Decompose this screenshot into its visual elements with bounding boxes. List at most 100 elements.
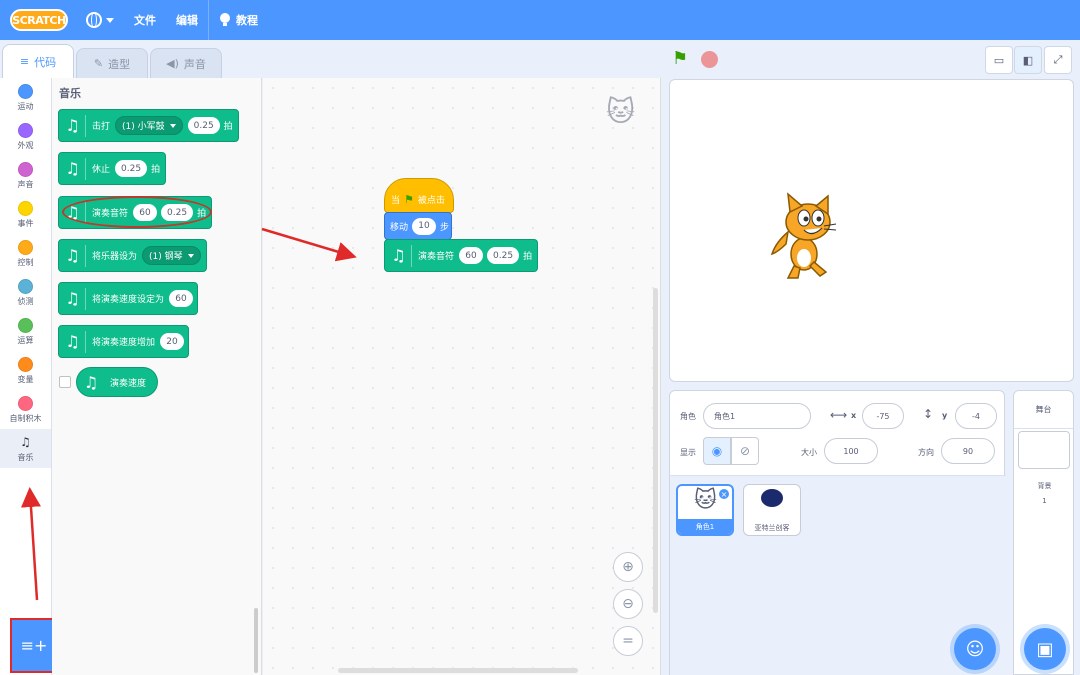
zoom-reset-icon: =	[622, 633, 634, 649]
dropdown-value: (1) 小军鼓	[122, 122, 165, 132]
stage-canvas[interactable]	[669, 79, 1074, 382]
block-text: 被点击	[417, 196, 445, 206]
zoom-reset-button[interactable]: =	[613, 626, 643, 656]
block-text: 演奏速度	[110, 378, 147, 389]
category-sensing[interactable]: 侦测	[0, 273, 51, 312]
tempo-input[interactable]: 60	[169, 290, 194, 307]
note-input[interactable]: 60	[459, 247, 484, 264]
beats-input[interactable]: 0.25	[487, 247, 520, 264]
sprite-thumbnail-logo[interactable]: 亚特兰创客	[743, 484, 801, 536]
block-tempo-reporter[interactable]: ♫ 演奏速度	[76, 367, 159, 397]
block-play-drum[interactable]: ♫ 击打 (1) 小军鼓 0.25 拍	[58, 109, 239, 142]
sprite-name: 角色1	[678, 519, 732, 534]
small-stage-button[interactable]: ▭	[985, 46, 1013, 74]
show-label: 显示	[680, 448, 696, 457]
choose-backdrop-button[interactable]: ▣	[1024, 628, 1066, 670]
size-input[interactable]: 100	[824, 438, 878, 464]
delete-sprite-icon[interactable]: ×	[718, 488, 730, 500]
sprite-thumbnail-cat[interactable]: 🐱 × 角色1	[676, 484, 734, 536]
tab-sounds[interactable]: ◀) 声音	[150, 48, 222, 78]
edit-menu[interactable]: 编辑	[166, 0, 208, 40]
block-set-instrument[interactable]: ♫ 将乐器设为 (1) 钢琴	[58, 239, 207, 272]
y-input[interactable]: -4	[955, 403, 997, 429]
tempo-change-input[interactable]: 20	[160, 333, 185, 350]
category-dot-icon	[18, 122, 33, 138]
category-label: 自制积木	[9, 413, 42, 423]
hide-sprite-button[interactable]: ⊘	[731, 437, 759, 465]
beats-input[interactable]: 0.25	[115, 160, 148, 177]
category-dot-icon	[18, 395, 33, 411]
category-motion[interactable]: 运动	[0, 78, 51, 117]
x-input[interactable]: -75	[862, 403, 904, 429]
category-dot-icon	[18, 278, 33, 294]
category-label: 音乐	[17, 452, 34, 462]
large-stage-button[interactable]: ◧	[1014, 46, 1042, 74]
large-stage-icon: ◧	[1022, 53, 1034, 67]
category-my-blocks[interactable]: 自制积木	[0, 390, 51, 429]
eye-icon: ◉	[711, 444, 723, 458]
block-text: 步	[440, 222, 450, 233]
sprite-info: 角色 角色1 ⟷ x -75 ↕ y -4 显示 ◉ ⊘ 大小 100 方向 9…	[670, 391, 1006, 476]
chevron-down-icon	[106, 17, 114, 23]
fullscreen-button[interactable]: ⤢	[1044, 46, 1072, 74]
palette-scrollbar[interactable]	[254, 608, 258, 673]
zoom-out-button[interactable]: ⊖	[613, 589, 643, 619]
tab-code-label: 代码	[34, 55, 57, 69]
steps-input[interactable]: 10	[412, 217, 437, 235]
drum-dropdown[interactable]: (1) 小军鼓	[115, 116, 183, 135]
zoom-out-icon: ⊖	[622, 596, 634, 612]
block-rest[interactable]: ♫ 休止 0.25 拍	[58, 152, 167, 185]
sprite-list: 🐱 × 角色1 亚特兰创客 ☺	[670, 476, 1006, 675]
category-events[interactable]: 事件	[0, 195, 51, 234]
category-label: 外观	[17, 140, 34, 150]
cat-sprite-icon: 🐱	[694, 488, 717, 513]
stage-title: 舞台	[1014, 391, 1073, 429]
category-label: 运算	[17, 335, 34, 345]
add-extension-button[interactable]: ≡+	[10, 618, 58, 673]
category-sound[interactable]: 声音	[0, 156, 51, 195]
palette-section-title: 音乐	[59, 87, 81, 100]
category-menu: 运动 外观 声音 事件 控制 侦测 运算 变量 自制积木 ♫ 音乐	[0, 78, 52, 675]
category-variables[interactable]: 变量	[0, 351, 51, 390]
category-dot-icon	[18, 317, 33, 333]
script-horizontal-scrollbar[interactable]	[338, 668, 578, 673]
scratch-logo[interactable]: SCRATCH	[10, 9, 68, 31]
cat-plus-icon: ☺	[965, 638, 985, 660]
language-menu[interactable]	[76, 0, 124, 40]
category-operators[interactable]: 运算	[0, 312, 51, 351]
direction-label: 方向	[918, 448, 934, 457]
tutorials-menu[interactable]: 教程	[209, 0, 268, 40]
stage-thumbnail[interactable]	[1018, 431, 1070, 469]
editor-tabs: ≡ 代码 ✎ 造型 ◀) 声音	[0, 44, 222, 78]
category-looks[interactable]: 外观	[0, 117, 51, 156]
block-text: 将乐器设为	[92, 252, 138, 262]
block-change-tempo[interactable]: ♫ 将演奏速度增加 20	[58, 325, 190, 358]
show-sprite-button[interactable]: ◉	[703, 437, 731, 465]
category-dot-icon	[18, 356, 33, 372]
direction-input[interactable]: 90	[941, 438, 995, 464]
block-play-note-script[interactable]: ♫ 演奏音符 60 0.25 拍	[384, 239, 539, 272]
sprite-name-input[interactable]: 角色1	[703, 403, 811, 429]
beats-input[interactable]: 0.25	[187, 117, 220, 134]
music-note-icon: ♫	[390, 244, 412, 267]
block-move-steps[interactable]: 移动 10 步	[384, 212, 452, 240]
category-control[interactable]: 控制	[0, 234, 51, 273]
block-set-tempo[interactable]: ♫ 将演奏速度设定为 60	[58, 282, 199, 315]
category-music[interactable]: ♫ 音乐	[0, 429, 51, 468]
script-area[interactable]: 🐱 当 ⚑ 被点击 移动 10 步 ♫ 演奏音符 60 0.25 拍 ⊕ ⊖ =	[263, 78, 661, 675]
zoom-in-button[interactable]: ⊕	[613, 552, 643, 582]
script-vertical-scrollbar[interactable]	[653, 288, 658, 613]
choose-sprite-button[interactable]: ☺	[954, 628, 996, 670]
green-flag-button[interactable]: ⚑	[672, 49, 692, 69]
globe-icon	[86, 12, 102, 28]
stop-button[interactable]	[701, 51, 718, 68]
y-label: y	[942, 411, 948, 420]
tempo-monitor-checkbox[interactable]	[59, 376, 71, 388]
block-when-flag-clicked[interactable]: 当 ⚑ 被点击	[384, 178, 454, 213]
instrument-dropdown[interactable]: (1) 钢琴	[142, 246, 201, 265]
tab-costumes[interactable]: ✎ 造型	[76, 48, 148, 78]
file-menu[interactable]: 文件	[124, 0, 166, 40]
category-dot-icon	[18, 200, 33, 216]
tab-code[interactable]: ≡ 代码	[2, 44, 74, 78]
stage-selector[interactable]: 舞台 背景 1 ▣	[1013, 390, 1074, 675]
